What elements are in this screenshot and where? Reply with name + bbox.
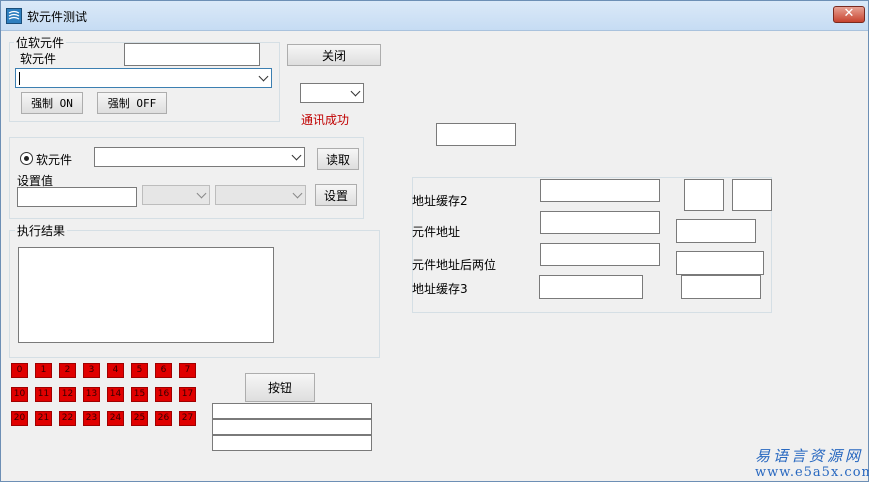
result-group-label: 执行结果 <box>15 222 68 239</box>
device-address-last2-extra[interactable] <box>676 251 764 275</box>
bit-indicator[interactable]: 13 <box>83 387 100 402</box>
bit-device-label: 软元件 <box>20 52 57 66</box>
force-on-button[interactable]: 强制 ON <box>21 92 83 114</box>
bit-indicator[interactable]: 7 <box>179 363 196 378</box>
word-device-combo[interactable] <box>94 147 305 167</box>
chevron-down-icon <box>258 71 269 82</box>
bit-indicator[interactable]: 4 <box>107 363 124 378</box>
address-cache3-extra[interactable] <box>681 275 761 299</box>
bit-indicator[interactable]: 5 <box>131 363 148 378</box>
device-address-input[interactable] <box>540 211 660 234</box>
window-close-button[interactable]: ✕ <box>833 6 865 23</box>
bit-indicator[interactable]: 10 <box>11 387 28 402</box>
chevron-down-icon <box>196 188 207 199</box>
port-combo[interactable] <box>300 83 364 103</box>
bit-device-group-label: 位软元件 <box>14 34 67 51</box>
bit-device-combo[interactable] <box>15 68 272 88</box>
bit-indicator[interactable]: 11 <box>35 387 52 402</box>
result-textarea[interactable] <box>18 247 274 343</box>
bit-indicator[interactable]: 23 <box>83 411 100 426</box>
bit-indicator[interactable]: 26 <box>155 411 172 426</box>
status-value-box[interactable] <box>436 123 516 146</box>
bit-indicator[interactable]: 16 <box>155 387 172 402</box>
main-window: 软元件测试 ✕ 位软元件 软元件 强制 ON 强制 OFF 关闭 通讯成功 软元… <box>0 0 869 482</box>
address-cache2-input[interactable] <box>540 179 660 202</box>
action-button[interactable]: 按钮 <box>245 373 315 402</box>
bit-indicator[interactable]: 20 <box>11 411 28 426</box>
close-icon: ✕ <box>843 6 855 21</box>
force-off-button[interactable]: 强制 OFF <box>97 92 167 114</box>
bit-indicator[interactable]: 15 <box>131 387 148 402</box>
bit-indicator[interactable]: 17 <box>179 387 196 402</box>
bit-indicator[interactable]: 0 <box>11 363 28 378</box>
status-text: 通讯成功 <box>301 113 350 127</box>
app-icon <box>6 8 22 24</box>
bit-indicator[interactable]: 6 <box>155 363 172 378</box>
bit-indicator[interactable]: 24 <box>107 411 124 426</box>
bit-indicator[interactable]: 2 <box>59 363 76 378</box>
bit-indicator[interactable]: 14 <box>107 387 124 402</box>
address-cache2-box-b[interactable] <box>732 179 772 211</box>
set-button[interactable]: 设置 <box>315 184 357 206</box>
device-radio-label: 软元件 <box>36 153 73 167</box>
bit-indicator[interactable]: 12 <box>59 387 76 402</box>
chevron-down-icon <box>350 86 361 97</box>
device-radio[interactable] <box>20 152 33 165</box>
chevron-down-icon <box>292 188 303 199</box>
device-address-last2-label: 元件地址后两位 <box>412 258 497 272</box>
bottom-textbox-2[interactable] <box>212 419 372 435</box>
device-address-extra[interactable] <box>676 219 756 243</box>
bottom-textbox-3[interactable] <box>212 435 372 451</box>
window-title: 软元件测试 <box>27 10 88 24</box>
address-cache3-input[interactable] <box>539 275 643 299</box>
bottom-textbox-1[interactable] <box>212 403 372 419</box>
title-bar: 软元件测试 ✕ <box>1 1 868 31</box>
bit-indicator[interactable]: 27 <box>179 411 196 426</box>
address-cache2-box-a[interactable] <box>684 179 724 211</box>
data-type-combo[interactable] <box>142 185 210 205</box>
data-format-combo[interactable] <box>215 185 306 205</box>
close-button[interactable]: 关闭 <box>287 44 381 66</box>
watermark: 易语言资源网 www.e5a5x.com <box>755 445 869 480</box>
device-address-label: 元件地址 <box>412 225 461 239</box>
address-cache3-label: 地址缓存3 <box>412 282 468 296</box>
bit-indicator[interactable]: 1 <box>35 363 52 378</box>
bit-indicator[interactable]: 21 <box>35 411 52 426</box>
set-value-input[interactable] <box>17 187 137 207</box>
bit-device-input[interactable] <box>124 43 260 66</box>
bit-indicator[interactable]: 25 <box>131 411 148 426</box>
watermark-url: www.e5a5x.com <box>755 465 869 480</box>
device-address-last2-input[interactable] <box>540 243 660 266</box>
watermark-title: 易语言资源网 <box>755 447 864 465</box>
text-caret <box>19 72 20 85</box>
bit-indicator[interactable]: 22 <box>59 411 76 426</box>
address-cache2-label: 地址缓存2 <box>412 194 468 208</box>
bit-indicator[interactable]: 3 <box>83 363 100 378</box>
chevron-down-icon <box>291 150 302 161</box>
read-button[interactable]: 读取 <box>317 148 359 170</box>
